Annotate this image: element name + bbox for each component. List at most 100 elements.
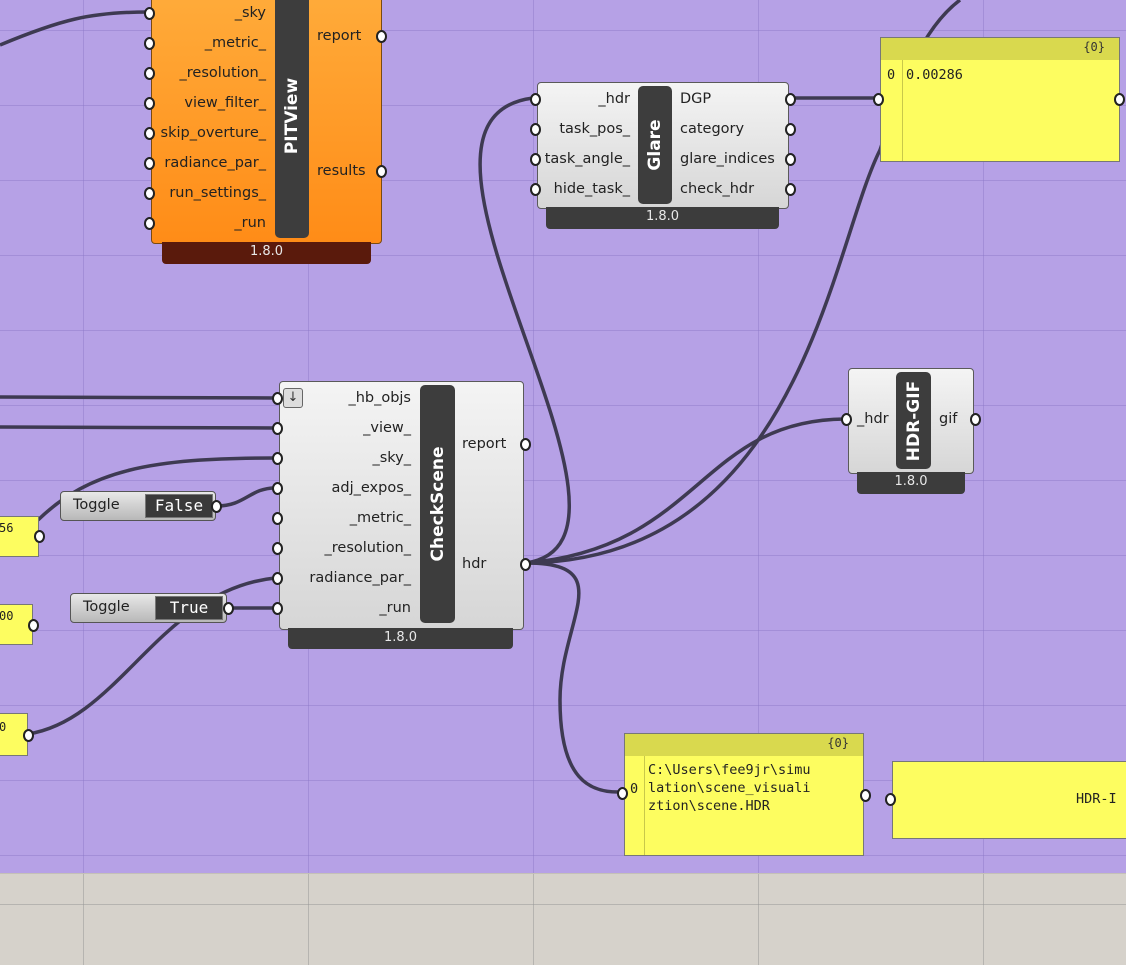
- wire-view: [0, 425, 276, 430]
- toggle-false[interactable]: Toggle False: [60, 491, 216, 521]
- toggle-true-value[interactable]: True: [155, 596, 223, 620]
- pitview-port-in-5[interactable]: [144, 127, 155, 140]
- pitview-port-in-2[interactable]: [144, 37, 155, 50]
- toggle-true-port[interactable]: [223, 602, 234, 615]
- glare-input-task-pos[interactable]: task_pos_: [540, 120, 630, 138]
- glare-version: 1.8.0: [546, 207, 779, 229]
- pitview-port-out-results[interactable]: [376, 165, 387, 178]
- dgp-panel-port-out[interactable]: [1114, 93, 1125, 106]
- checkscene-port-in-3[interactable]: [272, 452, 283, 465]
- hdrgif-port-in[interactable]: [841, 413, 852, 426]
- toggle-false-value[interactable]: False: [145, 494, 213, 518]
- pitview-input-run-settings[interactable]: run_settings_: [160, 184, 266, 202]
- pitview-output-report[interactable]: report: [317, 27, 361, 45]
- glare-port-in-4[interactable]: [530, 183, 541, 196]
- checkscene-port-in-2[interactable]: [272, 422, 283, 435]
- pitview-input-radiance-par[interactable]: radiance_par_: [160, 154, 266, 172]
- left-panel-2-port[interactable]: [28, 619, 39, 632]
- toggle-true[interactable]: Toggle True: [70, 593, 227, 623]
- dgp-panel-header: {0}: [881, 38, 1119, 60]
- left-panel-3-port[interactable]: [23, 729, 34, 742]
- checkscene-input-resolution[interactable]: _resolution_: [290, 539, 411, 557]
- checkscene-input-hb-objs[interactable]: _hb_objs: [290, 389, 411, 407]
- pitview-port-in-7[interactable]: [144, 187, 155, 200]
- pitview-port-out-report[interactable]: [376, 30, 387, 43]
- checkscene-version: 1.8.0: [288, 628, 513, 649]
- dgp-panel[interactable]: {0} 0 0.00286: [880, 37, 1120, 162]
- glare-port-out-3[interactable]: [785, 153, 796, 166]
- glare-port-in-1[interactable]: [530, 93, 541, 106]
- hdr-path-panel-port-in[interactable]: [617, 787, 628, 800]
- left-panel-1-value: 56: [0, 521, 14, 535]
- checkscene-port-out-report[interactable]: [520, 438, 531, 451]
- checkscene-port-in-6[interactable]: [272, 542, 283, 555]
- pitview-port-in-4[interactable]: [144, 97, 155, 110]
- glare-output-check-hdr[interactable]: check_hdr: [680, 180, 754, 198]
- checkscene-input-view[interactable]: _view_: [290, 419, 411, 437]
- hdrgif-title-bar: HDR-GIF: [896, 372, 931, 469]
- pitview-output-results[interactable]: results: [317, 162, 366, 180]
- hdr-path-panel-port-out[interactable]: [860, 789, 871, 802]
- glare-port-out-1[interactable]: [785, 93, 796, 106]
- checkscene-input-sky[interactable]: _sky_: [290, 449, 411, 467]
- hdr-path-line-3: ztion\scene.HDR: [648, 798, 770, 814]
- glare-port-out-4[interactable]: [785, 183, 796, 196]
- pitview-port-in-1[interactable]: [144, 7, 155, 20]
- pitview-input-skip-overture[interactable]: skip_overture_: [160, 124, 266, 142]
- pitview-port-in-6[interactable]: [144, 157, 155, 170]
- checkscene-port-in-4[interactable]: [272, 482, 283, 495]
- glare-output-dgp[interactable]: DGP: [680, 90, 711, 108]
- checkscene-port-out-hdr[interactable]: [520, 558, 531, 571]
- hdr-path-panel-index: 0: [630, 781, 639, 797]
- checkscene-title-bar: CheckScene: [420, 385, 455, 623]
- checkscene-input-run[interactable]: _run: [290, 599, 411, 617]
- checkscene-port-in-7[interactable]: [272, 572, 283, 585]
- toggle-false-port[interactable]: [211, 500, 222, 513]
- glare-port-in-3[interactable]: [530, 153, 541, 166]
- pitview-input-sky[interactable]: _sky: [160, 4, 266, 22]
- glare-input-hide-task[interactable]: hide_task_: [540, 180, 630, 198]
- wire-hdr-pathpanel: [525, 561, 622, 794]
- checkscene-port-in-1[interactable]: [272, 392, 283, 405]
- hdrgif-version: 1.8.0: [857, 472, 965, 494]
- glare-port-out-2[interactable]: [785, 123, 796, 136]
- wire-pitview-sky: [0, 10, 149, 47]
- checkscene-output-report[interactable]: report: [462, 435, 506, 453]
- pitview-port-in-3[interactable]: [144, 67, 155, 80]
- hdr-path-panel-header: {0}: [625, 734, 863, 756]
- wire-toggle-false: [216, 486, 276, 508]
- glare-title: Glare: [645, 119, 665, 171]
- glare-port-in-2[interactable]: [530, 123, 541, 136]
- dgp-panel-port-in[interactable]: [873, 93, 884, 106]
- pitview-port-in-8[interactable]: [144, 217, 155, 230]
- hdrgif-port-out[interactable]: [970, 413, 981, 426]
- pitview-input-run[interactable]: _run: [160, 214, 266, 232]
- left-panel-2-value: 00: [0, 609, 14, 623]
- glare-output-glare-indices[interactable]: glare_indices: [680, 150, 775, 168]
- hdr-path-panel[interactable]: {0} 0 C:\Users\fee9jr\simu lation\scene_…: [624, 733, 864, 856]
- dgp-panel-index: 0: [887, 67, 896, 83]
- checkscene-input-adj-expos[interactable]: adj_expos_: [290, 479, 412, 497]
- wire-hbobjs: [0, 395, 276, 400]
- wire-hdr-gif: [525, 417, 846, 565]
- checkscene-port-in-5[interactable]: [272, 512, 283, 525]
- hdr-path-line-1: C:\Users\fee9jr\simu: [648, 762, 811, 778]
- hdr-right-panel-value: HDR-I: [1076, 791, 1117, 807]
- pitview-input-resolution[interactable]: _resolution_: [160, 64, 266, 82]
- glare-input-hdr[interactable]: _hdr: [540, 90, 630, 108]
- pitview-input-metric[interactable]: _metric_: [160, 34, 266, 52]
- glare-output-category[interactable]: category: [680, 120, 744, 138]
- checkscene-output-hdr[interactable]: hdr: [462, 555, 486, 573]
- checkscene-port-in-8[interactable]: [272, 602, 283, 615]
- left-panel-1-port[interactable]: [34, 530, 45, 543]
- glare-input-task-angle[interactable]: task_angle_: [540, 150, 630, 168]
- checkscene-input-radiance-par[interactable]: radiance_par_: [290, 569, 411, 587]
- hdr-right-panel-port-in[interactable]: [885, 793, 896, 806]
- hdrgif-input-hdr[interactable]: _hdr: [857, 410, 889, 428]
- dgp-panel-value: 0.00286: [906, 67, 963, 83]
- hdr-right-panel[interactable]: HDR-I: [892, 761, 1126, 839]
- pitview-input-view-filter[interactable]: view_filter_: [160, 94, 266, 112]
- hdrgif-output-gif[interactable]: gif: [939, 410, 957, 428]
- checkscene-input-metric[interactable]: _metric_: [290, 509, 411, 527]
- toggle-true-label: Toggle: [83, 599, 130, 615]
